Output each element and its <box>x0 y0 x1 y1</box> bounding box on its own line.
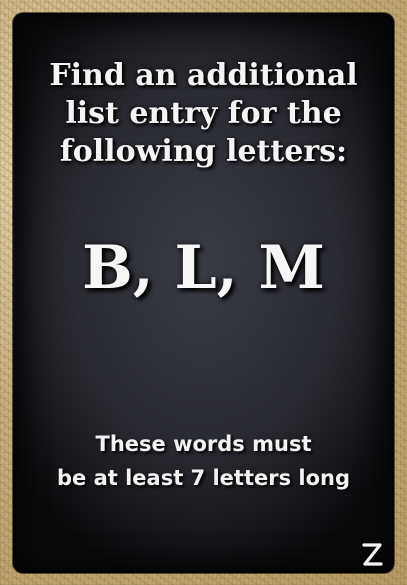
footnote-line-2: be at least 7 letters long <box>56 466 351 490</box>
card-letters: B, L, M <box>82 233 325 303</box>
z-logo-icon <box>362 543 383 566</box>
game-card: Find an additional list entry for the fo… <box>13 13 394 573</box>
card-footnote: These words must be at least 7 letters l… <box>13 427 394 495</box>
card-heading: Find an additional list entry for the fo… <box>49 58 358 169</box>
footnote-line-1: These words must <box>95 432 312 456</box>
